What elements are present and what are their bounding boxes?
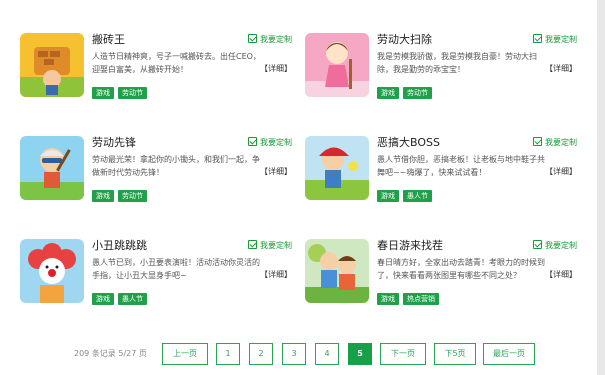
customize-link[interactable]: 我要定制	[248, 240, 292, 252]
detail-link[interactable]: 【详细】	[545, 166, 577, 177]
customize-link[interactable]: 我要定制	[533, 137, 577, 149]
game-card: 劳动大扫除 我要定制 我是劳模我骄傲，我是劳模我自豪！劳动大扫除，我是勤劳的乖宝…	[305, 33, 577, 103]
customize-link[interactable]: 我要定制	[248, 34, 292, 46]
detail-link[interactable]: 【详细】	[260, 166, 292, 177]
game-description: 劳动最光荣！拿起你的小锄头，和我们一起，争做新时代劳动先锋！	[92, 155, 260, 177]
game-card: 春日游来找茬 我要定制 春日晴方好，全家出动去踏青！考眼力的时候到了，快来看看两…	[305, 239, 577, 309]
tag-game[interactable]: 游戏	[377, 293, 399, 305]
tag-category[interactable]: 愚人节	[403, 190, 432, 202]
tag-category[interactable]: 劳动节	[403, 87, 432, 99]
game-card: 劳动先锋 我要定制 劳动最光荣！拿起你的小锄头，和我们一起，争做新时代劳动先锋！…	[20, 136, 292, 206]
game-title[interactable]: 搬砖王	[92, 33, 125, 47]
game-thumbnail[interactable]	[305, 239, 369, 303]
game-title[interactable]: 恶搞大BOSS	[377, 136, 440, 150]
tag-category[interactable]: 热点营销	[403, 293, 439, 305]
tag-category[interactable]: 劳动节	[118, 87, 147, 99]
game-card: 恶搞大BOSS 我要定制 愚人节借你胆，恶搞老板！让老板与地中鞋子共舞吧~~嗨爆…	[305, 136, 577, 206]
detail-link[interactable]: 【详细】	[545, 269, 577, 280]
game-card: 小丑跳跳跳 我要定制 愚人节已到，小丑要表演啦！活动活动你灵活的手指，让小丑大显…	[20, 239, 292, 309]
customize-link[interactable]: 我要定制	[533, 240, 577, 252]
check-square-icon	[248, 240, 257, 249]
game-title[interactable]: 劳动先锋	[92, 136, 136, 150]
game-title[interactable]: 小丑跳跳跳	[92, 239, 147, 253]
tag-list: 游戏 劳动节	[92, 183, 151, 202]
game-description: 我是劳模我骄傲，我是劳模我自豪！劳动大扫除，我是勤劳的乖宝宝！	[377, 52, 537, 74]
next-5-pages-button[interactable]: 下5页	[434, 343, 476, 365]
page-button-2[interactable]: 2	[249, 343, 273, 365]
game-description: 春日晴方好，全家出动去踏青！考眼力的时候到了，快来看看两张图里有哪些不同之处？	[377, 258, 545, 280]
page-button-1[interactable]: 1	[216, 343, 240, 365]
prev-page-button[interactable]: 上一页	[162, 343, 208, 365]
game-title[interactable]: 春日游来找茬	[377, 239, 443, 253]
customize-link[interactable]: 我要定制	[533, 34, 577, 46]
game-thumbnail[interactable]	[305, 136, 369, 200]
detail-link[interactable]: 【详细】	[545, 63, 577, 74]
tag-game[interactable]: 游戏	[92, 293, 114, 305]
game-list-panel: 搬砖王 我要定制 人造节日精神爽，号子一喊搬砖去。出任CEO，迎娶白富美，从搬砖…	[0, 0, 597, 375]
tag-list: 游戏 热点营销	[377, 286, 443, 305]
game-description: 人造节日精神爽，号子一喊搬砖去。出任CEO，迎娶白富美，从搬砖开始！	[92, 52, 261, 74]
page-button-current[interactable]: 5	[348, 343, 372, 365]
game-card: 搬砖王 我要定制 人造节日精神爽，号子一喊搬砖去。出任CEO，迎娶白富美，从搬砖…	[20, 33, 292, 103]
page-button-4[interactable]: 4	[315, 343, 339, 365]
tag-list: 游戏 愚人节	[377, 183, 436, 202]
game-thumbnail[interactable]	[20, 33, 84, 97]
tag-game[interactable]: 游戏	[92, 190, 114, 202]
game-thumbnail[interactable]	[20, 239, 84, 303]
game-thumbnail[interactable]	[305, 33, 369, 97]
game-description: 愚人节借你胆，恶搞老板！让老板与地中鞋子共舞吧~~嗨爆了，快来试试看！	[377, 155, 545, 177]
tag-list: 游戏 愚人节	[92, 286, 151, 305]
next-page-button[interactable]: 下一页	[380, 343, 426, 365]
pagination: 209 条记录 5/27 页 上一页 1 2 3 4 5 下一页 下5页 最后一…	[0, 343, 597, 365]
detail-link[interactable]: 【详细】	[260, 269, 292, 280]
game-thumbnail[interactable]	[20, 136, 84, 200]
tag-list: 游戏 劳动节	[92, 80, 151, 99]
record-count: 209 条记录 5/27 页	[74, 349, 147, 358]
tag-list: 游戏 劳动节	[377, 80, 436, 99]
tag-category[interactable]: 劳动节	[118, 190, 147, 202]
check-square-icon	[533, 34, 542, 43]
check-square-icon	[533, 240, 542, 249]
page-button-3[interactable]: 3	[282, 343, 306, 365]
tag-game[interactable]: 游戏	[92, 87, 114, 99]
check-square-icon	[248, 34, 257, 43]
tag-game[interactable]: 游戏	[377, 190, 399, 202]
tag-category[interactable]: 愚人节	[118, 293, 147, 305]
last-page-button[interactable]: 最后一页	[483, 343, 535, 365]
check-square-icon	[533, 137, 542, 146]
scrollbar[interactable]	[597, 0, 605, 375]
customize-link[interactable]: 我要定制	[248, 137, 292, 149]
check-square-icon	[248, 137, 257, 146]
game-description: 愚人节已到，小丑要表演啦！活动活动你灵活的手指，让小丑大显身手吧~	[92, 258, 260, 280]
detail-link[interactable]: 【详细】	[260, 63, 292, 74]
tag-game[interactable]: 游戏	[377, 87, 399, 99]
game-title[interactable]: 劳动大扫除	[377, 33, 432, 47]
